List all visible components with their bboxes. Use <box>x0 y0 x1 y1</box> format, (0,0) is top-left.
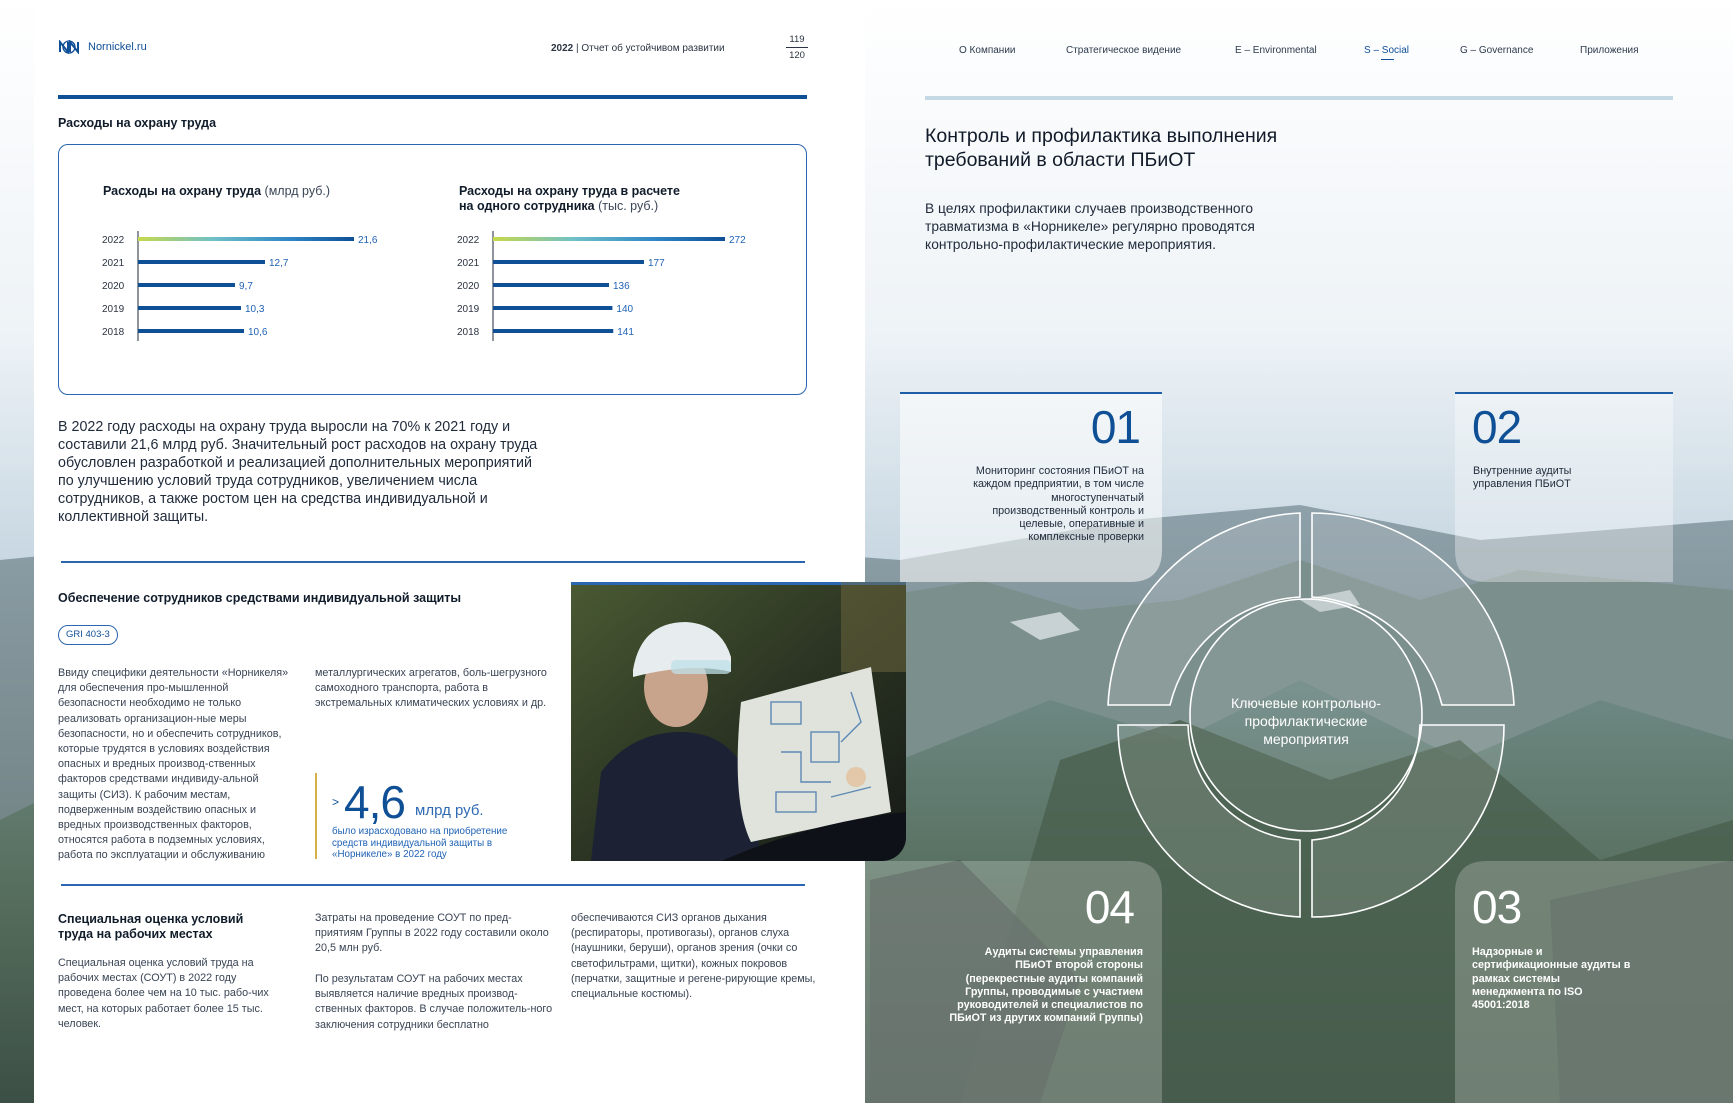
chart1-bar-2022 <box>138 237 354 241</box>
chart1-year-label: 2021 <box>102 258 125 269</box>
divider-1 <box>61 561 805 563</box>
report-name: Отчет об устойчивом развитии <box>581 43 725 54</box>
nornickel-logo-icon <box>59 40 79 54</box>
gri-badge[interactable]: GRI 403-3 <box>58 625 118 645</box>
nornickel-logo-link[interactable]: Nornickel.ru <box>58 40 147 54</box>
chart2-year-label: 2021 <box>457 258 480 269</box>
chart2-bar-2020 <box>493 283 609 287</box>
worker-with-blueprint-illustration <box>571 582 906 861</box>
chart2-value-label: 140 <box>616 304 633 315</box>
stat-unit: млрд руб. <box>415 802 484 819</box>
chart1-value-label: 21,6 <box>358 235 378 246</box>
nav-social[interactable]: S – Social <box>1364 45 1410 60</box>
expenses-paragraph: В 2022 году расходы на охрану труда выро… <box>58 419 538 525</box>
chart2-value-label: 177 <box>648 258 665 269</box>
divider-2 <box>61 884 805 886</box>
sout-text-col2b: По результатам СОУТ на рабочих местах вы… <box>315 973 553 1031</box>
chart2-value-label: 136 <box>613 281 630 292</box>
stat-greater-than: > <box>332 795 340 809</box>
page-number-left: 119 <box>789 34 805 45</box>
chart1-title: Расходы на охрану труда (млрд руб.) <box>103 184 330 199</box>
page-number-right: 120 <box>789 50 805 61</box>
chart1-year-label: 2018 <box>102 327 125 338</box>
card-03-text: Надзорные и сертификационные аудиты в ра… <box>1472 946 1631 1012</box>
chart1-bar-2020 <box>138 283 235 287</box>
chart2-bar-2021 <box>493 260 644 264</box>
chart1-year-label: 2022 <box>102 235 125 246</box>
stat-accent-rule <box>315 773 317 859</box>
chart2-year-label: 2020 <box>457 281 480 292</box>
nav-about-company[interactable]: О Компании <box>959 45 1016 56</box>
page-numbers: 119 120 <box>786 34 808 61</box>
chart1-value-label: 10,6 <box>248 327 268 338</box>
chart2-bar-chart: 2022 272 2021 177 2020 136 2019 140 2018 141 <box>457 231 746 341</box>
chart2-bar-2018 <box>493 329 614 333</box>
section-title-expenses: Расходы на охрану труда <box>58 116 217 130</box>
chart1-year-label: 2020 <box>102 281 125 292</box>
chart1-title-text: Расходы на охрану труда <box>103 184 262 198</box>
chart2-title-line2: на одного сотрудника <box>459 199 595 213</box>
nav-strategic-vision[interactable]: Стратегическое видение <box>1066 45 1181 56</box>
chart2-bar-2022 <box>493 237 725 241</box>
card-02-top-rule <box>1455 392 1673 394</box>
chart1-bar-2019 <box>138 306 241 310</box>
card-02-number: 02 <box>1472 401 1522 453</box>
chart2-title-unit: (тыс. руб.) <box>598 199 659 213</box>
left-header-rule <box>58 95 807 99</box>
ring-center-label: Ключевые контрольно-профилактические мер… <box>1231 695 1381 747</box>
card-04-text: Аудиты системы управления ПБиОТ второй с… <box>949 946 1143 1025</box>
chart2-year-label: 2018 <box>457 327 480 338</box>
card-01-number: 01 <box>1090 401 1141 453</box>
chart1-bar-2018 <box>138 329 244 333</box>
chart2-value-label: 141 <box>617 327 634 338</box>
chart2-title-line1: Расходы на охрану труда в расчете <box>459 184 681 198</box>
right-page-intro: В целях профилактики случаев производств… <box>925 201 1255 252</box>
ppe-text-col1: Ввиду специфики деятельности «Норникеля»… <box>58 667 289 862</box>
nav-social-label: S – Social <box>1364 45 1410 56</box>
card-01-top-rule <box>900 392 1162 394</box>
section-title-sout: Специальная оценка условий труда на рабо… <box>58 912 244 941</box>
sout-text-col1: Специальная оценка условий труда на рабо… <box>58 957 269 1030</box>
chart2-title: Расходы на охрану труда в расчете на одн… <box>459 184 680 214</box>
chart1-bar-chart: 2022 21,6 2021 12,7 2020 9,7 2019 10,3 2018 10,6 <box>102 231 378 341</box>
stat-caption: было израсходовано на приобретение средс… <box>332 826 508 860</box>
worker-photo <box>571 582 906 861</box>
chart2-year-label: 2019 <box>457 304 480 315</box>
sout-text-col2a: Затраты на проведение СОУТ по пред-прият… <box>315 912 549 955</box>
chart2-value-label: 272 <box>729 235 746 246</box>
report-title: 2022 | Отчет об устойчивом развитии <box>551 43 725 54</box>
nav-governance[interactable]: G – Governance <box>1460 45 1533 56</box>
sout-text-col3: обеспечиваются СИЗ органов дыхания (респ… <box>571 912 816 1001</box>
chart1-value-label: 12,7 <box>269 258 289 269</box>
chart2-year-label: 2022 <box>457 235 480 246</box>
report-year: 2022 <box>551 43 574 54</box>
chart2-bar-2019 <box>493 306 613 310</box>
card-02-text: Внутренние аудиты управления ПБиОТ <box>1473 465 1572 491</box>
site-link-label: Nornickel.ru <box>88 41 147 53</box>
ppe-text-col2: металлургических агрегатов, боль-шегрузн… <box>315 667 547 710</box>
chart1-bar-2021 <box>138 260 265 264</box>
right-page-title: Контроль и профилактика выполнения требо… <box>925 125 1278 171</box>
right-header-rule <box>925 96 1673 100</box>
chart1-title-unit: (млрд руб.) <box>264 184 331 198</box>
nav-environmental[interactable]: E – Environmental <box>1235 45 1317 56</box>
chart1-value-label: 9,7 <box>239 281 253 292</box>
chart1-value-label: 10,3 <box>245 304 265 315</box>
stat-value: 4,6 <box>344 776 406 828</box>
nav-appendices[interactable]: Приложения <box>1580 45 1639 56</box>
chart1-year-label: 2019 <box>102 304 125 315</box>
section-title-ppe: Обеспечение сотрудников средствами индив… <box>58 591 462 605</box>
